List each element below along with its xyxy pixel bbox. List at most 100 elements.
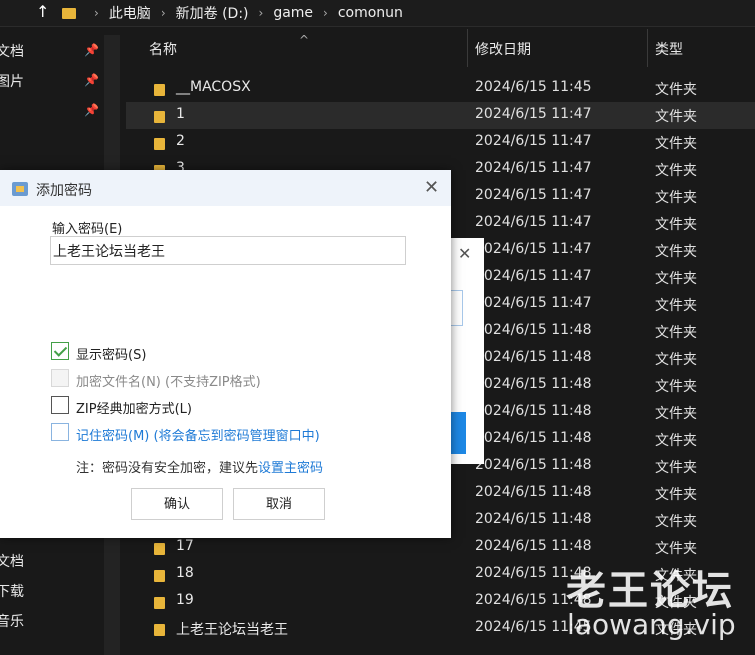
add-password-dialog: 添加密码 ✕ 输入密码(E) 上老王论坛当老王 显示密码(S) 加密文件名(N)…: [0, 170, 451, 538]
file-type: 文件夹: [655, 460, 697, 476]
file-date: 2024/6/15 11:48: [475, 430, 592, 446]
chevron-right-icon: ›: [160, 6, 166, 20]
file-name: 19: [176, 592, 194, 608]
nav-item-pictures[interactable]: 图片: [0, 71, 24, 91]
encrypt-filenames-checkbox: [51, 369, 69, 387]
folder-icon: [62, 7, 76, 19]
file-type: 文件夹: [655, 217, 697, 233]
folder-icon: [154, 624, 165, 636]
show-password-checkbox[interactable]: [51, 342, 69, 360]
file-type: 文件夹: [655, 271, 697, 287]
pin-icon: 📌: [84, 43, 99, 57]
file-date: 2024/6/15 11:48: [475, 538, 592, 554]
file-date: 2024/6/15 11:47: [475, 241, 592, 257]
remember-password-checkbox[interactable]: [51, 423, 69, 441]
file-type: 文件夹: [655, 82, 697, 98]
file-date: 2024/6/15 11:48: [475, 484, 592, 500]
file-name: 17: [176, 538, 194, 554]
breadcrumb-game[interactable]: game: [273, 5, 313, 21]
table-row[interactable]: 2 2024/6/15 11:47 文件夹: [126, 129, 755, 156]
note-text: 注：密码没有安全加密，建议先: [76, 461, 259, 476]
folder-icon: [154, 597, 165, 609]
set-master-password-link[interactable]: 设置主密码: [258, 461, 323, 476]
nav-item-documents-2[interactable]: 文档: [0, 551, 24, 571]
pin-icon: 📌: [84, 73, 99, 87]
file-date: 2024/6/15 11:47: [475, 133, 592, 149]
table-row[interactable]: 1 2024/6/15 11:47 文件夹: [126, 102, 755, 129]
file-name: 1: [176, 106, 185, 122]
close-icon[interactable]: ✕: [424, 177, 439, 198]
file-date: 2024/6/15 11:47: [475, 187, 592, 203]
file-type: 文件夹: [655, 379, 697, 395]
file-name: 上老王论坛当老王: [176, 622, 288, 638]
dialog-titlebar: 添加密码 ✕: [0, 170, 451, 206]
file-name: __MACOSX: [176, 79, 251, 95]
file-date: 2024/6/15 11:48: [475, 511, 592, 527]
column-type[interactable]: 类型: [655, 39, 683, 59]
column-divider[interactable]: [647, 29, 648, 67]
chevron-right-icon: ›: [94, 6, 99, 20]
zip-classic-label[interactable]: ZIP经典加密方式(L): [76, 398, 192, 417]
column-header: ^ 名称 修改日期 类型: [126, 29, 755, 67]
file-type: 文件夹: [655, 136, 697, 152]
file-date: 2024/6/15 11:47: [475, 106, 592, 122]
breadcrumb: › 此电脑 › 新加卷 (D:) › game › comonun: [62, 0, 755, 26]
file-type: 文件夹: [655, 298, 697, 314]
file-name: 2: [176, 133, 185, 149]
column-divider[interactable]: [467, 29, 468, 67]
address-bar: ↑ › 此电脑 › 新加卷 (D:) › game › comonun: [0, 0, 755, 27]
nav-item-downloads[interactable]: 下载: [0, 581, 24, 601]
close-icon[interactable]: ✕: [458, 244, 471, 263]
cancel-button[interactable]: 取消: [233, 488, 325, 520]
folder-icon: [154, 570, 165, 582]
encrypt-filenames-label: 加密文件名(N) (不支持ZIP格式): [76, 375, 261, 390]
file-date: 2024/6/15 11:48: [475, 376, 592, 392]
file-date: 2024/6/15 11:48: [475, 403, 592, 419]
chevron-right-icon: ›: [323, 6, 328, 20]
file-date: 2024/6/15 11:47: [475, 268, 592, 284]
nav-item-documents[interactable]: 文档: [0, 41, 24, 61]
column-name[interactable]: 名称: [149, 39, 177, 59]
remember-password-label[interactable]: 记住密码(M) (将会备忘到密码管理窗口中): [76, 425, 320, 444]
file-type: 文件夹: [655, 325, 697, 341]
show-password-label[interactable]: 显示密码(S): [76, 344, 146, 363]
file-type: 文件夹: [655, 244, 697, 260]
table-row[interactable]: 17 2024/6/15 11:48 文件夹: [126, 534, 755, 561]
sort-caret-icon: ^: [299, 33, 310, 47]
breadcrumb-comonun[interactable]: comonun: [338, 5, 403, 21]
folder-icon: [154, 84, 165, 96]
folder-icon: [154, 543, 165, 555]
breadcrumb-this-pc[interactable]: 此电脑: [109, 3, 151, 23]
ok-button[interactable]: 确认: [131, 488, 223, 520]
file-date: 2024/6/15 11:47: [475, 160, 592, 176]
password-input[interactable]: 上老王论坛当老王: [50, 236, 406, 265]
zip-classic-checkbox[interactable]: [51, 396, 69, 414]
file-type: 文件夹: [655, 487, 697, 503]
password-label: 输入密码(E): [52, 222, 123, 237]
file-name: 18: [176, 565, 194, 581]
file-date: 2024/6/15 11:45: [475, 79, 592, 95]
file-type: 文件夹: [655, 190, 697, 206]
watermark-url: laowang.vip: [567, 608, 736, 641]
file-type: 文件夹: [655, 109, 697, 125]
file-type: 文件夹: [655, 541, 697, 557]
file-date: 2024/6/15 11:47: [475, 295, 592, 311]
file-date: 2024/6/15 11:48: [475, 349, 592, 365]
up-arrow-icon[interactable]: ↑: [36, 2, 49, 21]
dialog-title: 添加密码: [36, 183, 92, 199]
security-note: 注：密码没有安全加密，建议先设置主密码: [76, 457, 323, 476]
folder-icon: [154, 138, 165, 150]
column-date[interactable]: 修改日期: [475, 39, 531, 59]
file-type: 文件夹: [655, 163, 697, 179]
pin-icon: 📌: [84, 103, 99, 117]
archive-icon: [12, 182, 28, 196]
nav-item-music[interactable]: 音乐: [0, 611, 24, 631]
chevron-right-icon: ›: [258, 6, 264, 20]
breadcrumb-drive-d[interactable]: 新加卷 (D:): [176, 3, 249, 23]
table-row[interactable]: __MACOSX 2024/6/15 11:45 文件夹: [126, 75, 755, 102]
file-date: 2024/6/15 11:47: [475, 214, 592, 230]
file-date: 2024/6/15 11:48: [475, 322, 592, 338]
file-date: 2024/6/15 11:48: [475, 457, 592, 473]
file-type: 文件夹: [655, 433, 697, 449]
file-type: 文件夹: [655, 352, 697, 368]
